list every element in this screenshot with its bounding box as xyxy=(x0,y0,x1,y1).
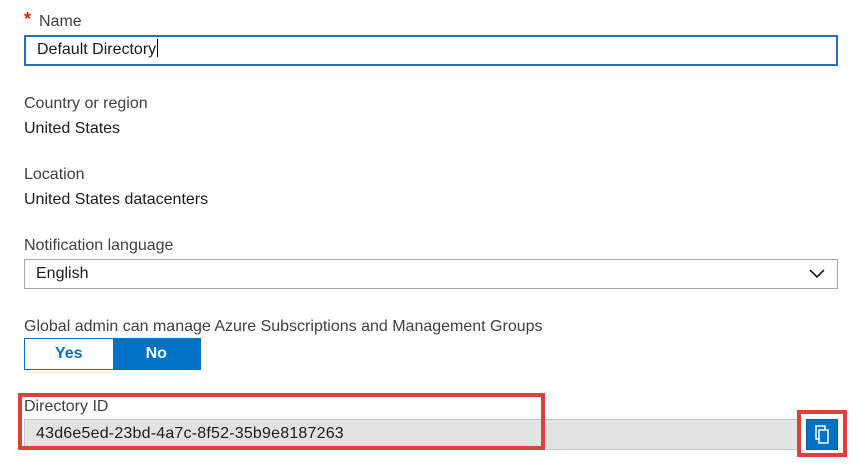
toggle-option-no[interactable]: No xyxy=(112,339,200,369)
notification-language-select[interactable]: English xyxy=(24,259,838,289)
chevron-down-icon xyxy=(809,269,825,279)
global-admin-label: Global admin can manage Azure Subscripti… xyxy=(24,318,543,335)
text-caret xyxy=(157,39,159,57)
notification-language-selected: English xyxy=(36,265,89,282)
required-marker: * xyxy=(24,9,32,29)
country-label: Country or region xyxy=(24,95,148,112)
copy-button-highlight xyxy=(797,410,847,457)
location-label: Location xyxy=(24,166,85,183)
toggle-option-yes[interactable]: Yes xyxy=(25,339,113,369)
name-input-value: Default Directory xyxy=(37,41,157,58)
name-label: Name xyxy=(39,13,82,30)
country-value: United States xyxy=(24,120,121,137)
name-input[interactable]: Default Directory xyxy=(24,35,838,66)
location-value: United States datacenters xyxy=(24,191,209,208)
notification-language-label: Notification language xyxy=(24,237,174,254)
directory-id-highlight xyxy=(18,393,545,450)
global-admin-toggle[interactable]: Yes No xyxy=(24,338,201,370)
